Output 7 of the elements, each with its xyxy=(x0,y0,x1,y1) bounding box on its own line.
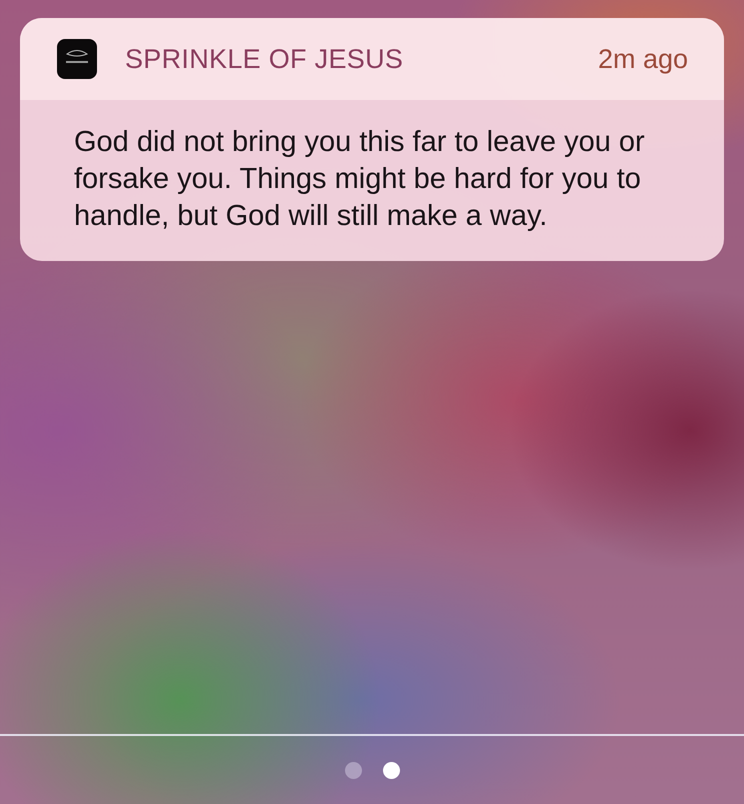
app-name: SPRINKLE OF JESUS xyxy=(125,44,404,74)
notification-card[interactable]: SPRINKLE OF JESUS 2m ago God did not bring you this far to leave you or forsake you. Things might be hard for you to handle, but God will still make a way. xyxy=(20,18,724,261)
page-dot[interactable] xyxy=(344,762,362,779)
notification-time: 2m ago xyxy=(598,44,688,74)
page-dot[interactable] xyxy=(382,762,400,779)
app-icon xyxy=(57,39,97,79)
notification-message: God did not bring you this far to leave you or forsake you. Things might be hard for you to handle, but God will still make a way. xyxy=(73,125,646,234)
